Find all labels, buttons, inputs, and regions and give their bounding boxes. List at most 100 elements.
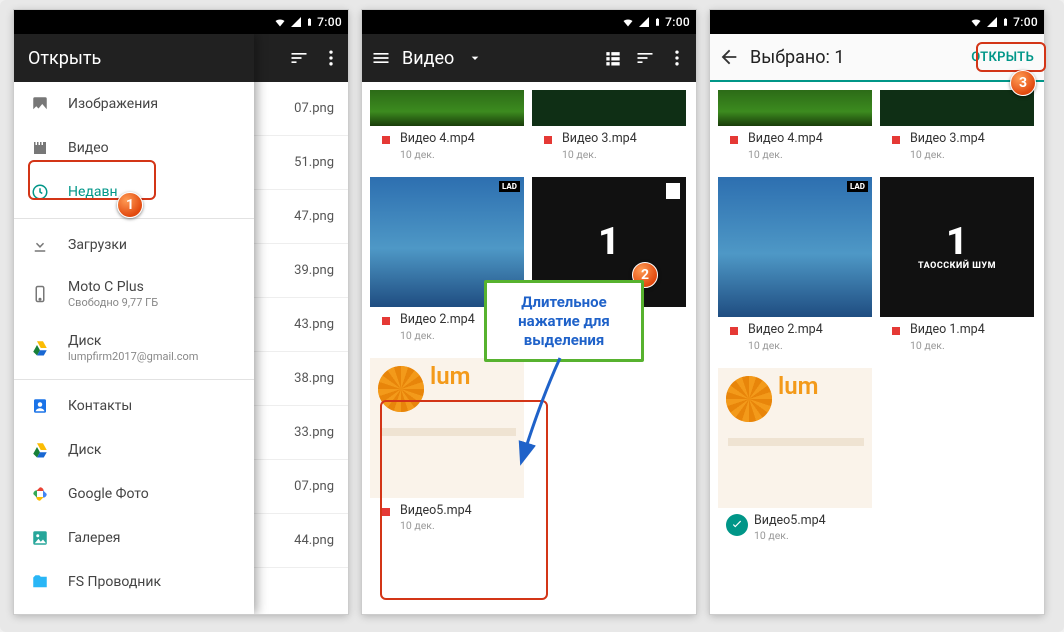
selection-title: Выбрано: 1 — [750, 47, 844, 68]
label: Диск — [68, 442, 102, 458]
more-icon[interactable] — [320, 47, 342, 69]
step-badge-3: 3 — [1010, 70, 1036, 96]
gphotos-icon — [30, 484, 50, 504]
status-bar: 7:00 — [710, 10, 1044, 34]
label: Видео — [68, 140, 109, 156]
thumbnail — [532, 90, 686, 126]
file-name: Видео 1.mp4 — [910, 323, 985, 337]
nav-drawer: Открыть Изображения Видео Недавн Загрузк… — [14, 34, 254, 614]
label: Moto C Plus — [68, 279, 158, 295]
clock: 7:00 — [665, 15, 690, 29]
wifi-icon — [969, 16, 983, 28]
wifi-icon — [621, 16, 635, 28]
thumbnail: 1ТАОССКИЙ ШУМ — [880, 177, 1034, 317]
back-icon[interactable] — [718, 46, 740, 68]
label: Контакты — [68, 398, 132, 414]
status-bar: 7:00 — [362, 10, 696, 34]
drawer-item-images[interactable]: Изображения — [14, 82, 254, 126]
sort-icon[interactable] — [288, 47, 310, 69]
file-name: Видео 2.mp4 — [748, 323, 823, 337]
video-cell-selected[interactable]: lum Видео5.mp410 дек. — [718, 368, 872, 551]
video-cell[interactable]: LAD Видео 2.mp4 10 дек. — [718, 177, 872, 360]
clapper-icon — [378, 134, 394, 146]
phone-icon — [30, 284, 50, 304]
sort-icon[interactable] — [634, 47, 656, 69]
drawer-item-gallery[interactable]: Галерея — [14, 516, 254, 560]
noise-text: ТАОССКИЙ ШУМ — [918, 261, 996, 271]
file-name: Видео5.mp4 — [400, 504, 472, 518]
list-view-icon[interactable] — [602, 47, 624, 69]
wifi-icon — [273, 16, 287, 28]
drawer-item-device[interactable]: Moto C PlusСвободно 9,77 ГБ — [14, 267, 254, 321]
sublabel: lumpfirm2017@gmail.com — [68, 350, 198, 363]
arrow-icon — [510, 352, 590, 472]
clapper-icon — [726, 325, 742, 337]
label: Недавн — [68, 184, 118, 200]
drive-icon — [30, 440, 50, 460]
thumbnail: LAD — [718, 177, 872, 317]
thumbnail — [880, 90, 1034, 126]
thumbnail: lum — [370, 358, 524, 498]
menu-icon[interactable] — [370, 47, 392, 69]
clock: 7:00 — [317, 15, 342, 29]
file-date: 10 дек. — [400, 519, 472, 532]
lad-badge: LAD — [499, 181, 520, 192]
open-button[interactable]: ОТКРЫТЬ — [969, 46, 1036, 69]
clapper-icon — [378, 506, 394, 518]
drawer-item-gphotos[interactable]: Google Фото — [14, 472, 254, 516]
video-cell[interactable]: lum Видео5.mp410 дек. — [370, 358, 524, 541]
video-cell[interactable]: Видео 4.mp4 10 дек. — [718, 90, 872, 169]
file-name: Видео 4.mp4 — [400, 132, 475, 146]
label: Диск — [68, 333, 198, 349]
lum-text: lum — [778, 372, 818, 400]
drawer-item-contacts[interactable]: Контакты — [14, 384, 254, 428]
dropdown-icon[interactable] — [464, 47, 486, 69]
file-name: Видео 3.mp4 — [910, 132, 985, 146]
phone-3: 7:00 Выбрано: 1 ОТКРЫТЬ Видео 4.mp4 10 де… — [710, 10, 1044, 614]
drawer-item-downloads[interactable]: Загрузки — [14, 223, 254, 267]
phone-1: 7:00 07.png 51.png 47.png 39.png 43.png … — [14, 10, 348, 614]
more-icon[interactable] — [666, 47, 688, 69]
clapper-icon — [726, 134, 742, 146]
image-icon — [30, 94, 50, 114]
signal-icon — [638, 16, 650, 28]
file-date: 10 дек. — [400, 329, 475, 342]
video-cell[interactable]: Видео 3.mp4 10 дек. — [532, 90, 686, 169]
file-date: 10 дек. — [562, 148, 637, 161]
file-date: 10 дек. — [748, 148, 823, 161]
video-cell[interactable]: 1ТАОССКИЙ ШУМ Видео 1.mp4 10 дек. — [880, 177, 1034, 360]
clapper-icon — [378, 315, 394, 327]
file-date: 10 дек. — [754, 529, 826, 542]
tooltip: Длительное нажатие для выделения — [484, 280, 644, 362]
clapper-icon — [888, 325, 904, 337]
file-date: 10 дек. — [400, 148, 475, 161]
sublabel: Свободно 9,77 ГБ — [68, 296, 158, 309]
file-name: Видео 3.mp4 — [562, 132, 637, 146]
drawer-item-drive[interactable]: Дискlumpfirm2017@gmail.com — [14, 321, 254, 375]
file-name: Видео 4.mp4 — [748, 132, 823, 146]
battery-icon — [1001, 15, 1010, 29]
drawer-item-video[interactable]: Видео — [14, 126, 254, 170]
file-name: Видео 2.mp4 — [400, 313, 475, 327]
drawer-item-drive2[interactable]: Диск — [14, 428, 254, 472]
label: Загрузки — [68, 237, 127, 253]
thumbnail — [370, 90, 524, 126]
selection-toolbar: Выбрано: 1 ОТКРЫТЬ — [710, 34, 1044, 82]
thumbnail — [718, 90, 872, 126]
folder-icon — [30, 572, 50, 592]
lum-text: lum — [430, 362, 470, 390]
file-date: 10 дек. — [910, 148, 985, 161]
download-icon — [30, 235, 50, 255]
divider — [14, 379, 254, 380]
drawer-item-es[interactable]: FS Проводник — [14, 560, 254, 604]
video-cell[interactable]: Видео 3.mp4 10 дек. — [880, 90, 1034, 169]
video-grid: Видео 4.mp4 10 дек. Видео 3.mp4 10 дек. LA… — [710, 82, 1044, 558]
lad-badge: LAD — [847, 181, 868, 192]
signal-icon — [290, 16, 302, 28]
file-date: 10 дек. — [748, 339, 823, 352]
toolbar-title[interactable]: Видео — [402, 48, 454, 69]
clapper-icon — [540, 134, 556, 146]
file-date: 10 дек. — [910, 339, 985, 352]
video-cell[interactable]: Видео 4.mp4 10 дек. — [370, 90, 524, 169]
video-icon — [30, 138, 50, 158]
